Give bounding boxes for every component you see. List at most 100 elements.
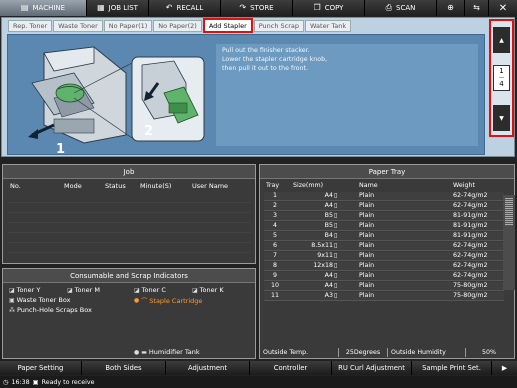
alert-tabs: Rep. Toner Waste Toner No Paper(1) No Pa…	[8, 18, 352, 33]
tab-water-tank[interactable]: Water Tank	[305, 20, 352, 32]
tab-recall[interactable]: ↶ RECALL	[149, 0, 221, 16]
machine-icon: ▤	[20, 3, 29, 12]
sample-print-set-button[interactable]: Sample Print Set.	[412, 361, 492, 375]
status-bar: ◷ 16:38 ▣ Ready to receive	[0, 376, 517, 388]
globe-icon: ⊕	[447, 3, 454, 12]
paper-orientation-icon: ▯	[334, 212, 338, 219]
recall-icon: ↶	[165, 3, 173, 12]
toner-c-indicator: ◪ Toner C	[134, 286, 166, 294]
job-list[interactable]	[7, 193, 251, 259]
tray-weight: 62-74g/m2	[453, 262, 488, 269]
tab-copy[interactable]: ❐ COPY	[293, 0, 365, 16]
toner-icon: ◪	[9, 286, 15, 294]
tab-scan[interactable]: ⎙ SCAN	[365, 0, 437, 16]
tab-waste-toner[interactable]: Waste Toner	[53, 20, 103, 32]
tray-row[interactable]: 4 B5 ▯ Plain 81-91g/m2	[264, 222, 504, 231]
scan-icon: ⎙	[385, 3, 393, 12]
tab-store[interactable]: ↷ STORE	[221, 0, 293, 16]
tray-weight: 62-74g/m2	[453, 242, 488, 249]
tray-paper-name: Plain	[359, 192, 375, 199]
tray-number: 6	[272, 242, 277, 249]
ru-curl-adjustment-button[interactable]: RU Curl Adjustment	[332, 361, 412, 375]
tray-size: A4	[324, 282, 333, 289]
paper-tray-panel: Paper Tray Tray Size(mm) Name Weight 1 A4…	[259, 164, 515, 359]
tray-size: A4	[324, 202, 333, 209]
paper-setting-button[interactable]: Paper Setting	[0, 361, 82, 375]
job-col-no: No.	[10, 182, 21, 190]
bottom-menu-bar: Paper Setting Both Sides Adjustment Cont…	[0, 361, 517, 375]
tray-weight: 81-91g/m2	[453, 212, 488, 219]
punch-icon: ⁂	[9, 306, 15, 314]
tab-no-paper-2[interactable]: No Paper(2)	[153, 20, 202, 32]
job-col-status: Status	[105, 182, 126, 190]
step-2-label: 2	[144, 124, 154, 139]
tray-row[interactable]: 8 12x18 ▯ Plain 62-74g/m2	[264, 262, 504, 271]
consumables-title: Consumable and Scrap Indicators	[3, 269, 255, 283]
status-message: Ready to receive	[41, 378, 95, 386]
tray-row[interactable]: 11 A3 ▯ Plain 75-80g/m2	[264, 292, 504, 301]
page-indicator: 1 — 4	[493, 65, 510, 91]
network-button[interactable]: ⇆	[465, 0, 489, 16]
tray-size: A4	[324, 192, 333, 199]
page-navigator: ▲ 1 — 4 ▼	[489, 19, 514, 137]
tray-paper-name: Plain	[359, 202, 375, 209]
job-col-minute: Minute(S)	[140, 182, 172, 190]
toner-y-indicator: ◪ Toner Y	[9, 286, 40, 294]
tray-row[interactable]: 2 A4 ▯ Plain 62-74g/m2	[264, 202, 504, 211]
tray-weight: 62-74g/m2	[453, 252, 488, 259]
tab-no-paper-1[interactable]: No Paper(1)	[103, 20, 153, 32]
tab-rep-toner[interactable]: Rep. Toner	[8, 20, 53, 32]
punch-scraps-label: Punch-Hole Scraps Box	[17, 306, 92, 314]
tray-scrollbar[interactable]	[503, 195, 515, 290]
tray-number: 2	[272, 202, 277, 209]
tray-row[interactable]: 7 9x11 ▯ Plain 62-74g/m2	[264, 252, 504, 261]
tray-number: 5	[272, 232, 277, 239]
tab-add-stapler[interactable]: Add Stapler	[202, 18, 253, 33]
tray-row[interactable]: 9 A4 ▯ Plain 62-74g/m2	[264, 272, 504, 281]
tray-number: 9	[272, 272, 277, 279]
scrollbar-thumb[interactable]	[505, 198, 513, 226]
tab-recall-label: RECALL	[176, 4, 204, 12]
clock-icon: ◷	[3, 378, 9, 386]
paper-tray-title: Paper Tray	[260, 165, 514, 179]
outside-temp-value: 25Degrees	[339, 348, 388, 357]
status-time: 16:38	[11, 378, 30, 386]
next-arrow-button[interactable]: ▶	[492, 361, 517, 375]
tray-row[interactable]: 3 B5 ▯ Plain 81-91g/m2	[264, 212, 504, 221]
tab-punch-scrap[interactable]: Punch Scrap	[253, 20, 305, 32]
tray-number: 7	[272, 252, 277, 259]
paper-orientation-icon: ▯	[334, 292, 338, 299]
close-button[interactable]: ✕	[489, 0, 517, 16]
toner-y-label: Toner Y	[16, 286, 41, 294]
tray-number: 8	[272, 262, 277, 269]
store-icon: ↷	[239, 3, 247, 12]
page-down-button[interactable]: ▼	[493, 105, 510, 131]
controller-button[interactable]: Controller	[250, 361, 332, 375]
tray-row[interactable]: 5 B4 ▯ Plain 81-91g/m2	[264, 232, 504, 241]
col-size: Size(mm)	[293, 182, 324, 189]
top-nav-bar: ▤ MACHINE ▦ JOB LIST ↶ RECALL ↷ STORE ❐ …	[0, 0, 517, 16]
toner-k-label: Toner K	[199, 286, 224, 294]
triangle-up-icon: ▲	[499, 36, 504, 44]
tray-number: 3	[272, 212, 277, 219]
outside-humidity-label: Outside Humidity	[388, 348, 466, 357]
tray-weight: 75-80g/m2	[453, 292, 488, 299]
both-sides-button[interactable]: Both Sides	[82, 361, 166, 375]
language-button[interactable]: ⊕	[437, 0, 465, 16]
page-up-button[interactable]: ▲	[493, 27, 510, 53]
tank-icon: ▬	[141, 348, 147, 356]
outside-temp-label: Outside Temp.	[260, 348, 339, 357]
copy-icon: ❐	[313, 3, 321, 12]
staple-cartridge-indicator: ● ⌒ Staple Cartridge	[134, 296, 202, 306]
job-col-user-name: User Name	[192, 182, 229, 190]
tray-row[interactable]: 6 8.5x11 ▯ Plain 62-74g/m2	[264, 242, 504, 251]
job-list-icon: ▦	[97, 3, 105, 12]
tab-machine-label: MACHINE	[32, 4, 66, 12]
tray-row[interactable]: 10 A4 ▯ Plain 75-80g/m2	[264, 282, 504, 291]
paper-orientation-icon: ▯	[334, 202, 338, 209]
tray-size: 9x11	[317, 252, 333, 259]
tab-machine[interactable]: ▤ MACHINE	[0, 0, 87, 16]
tab-job-list[interactable]: ▦ JOB LIST	[87, 0, 149, 16]
adjustment-button[interactable]: Adjustment	[166, 361, 250, 375]
tray-row[interactable]: 1 A4 ▯ Plain 62-74g/m2	[264, 192, 504, 201]
